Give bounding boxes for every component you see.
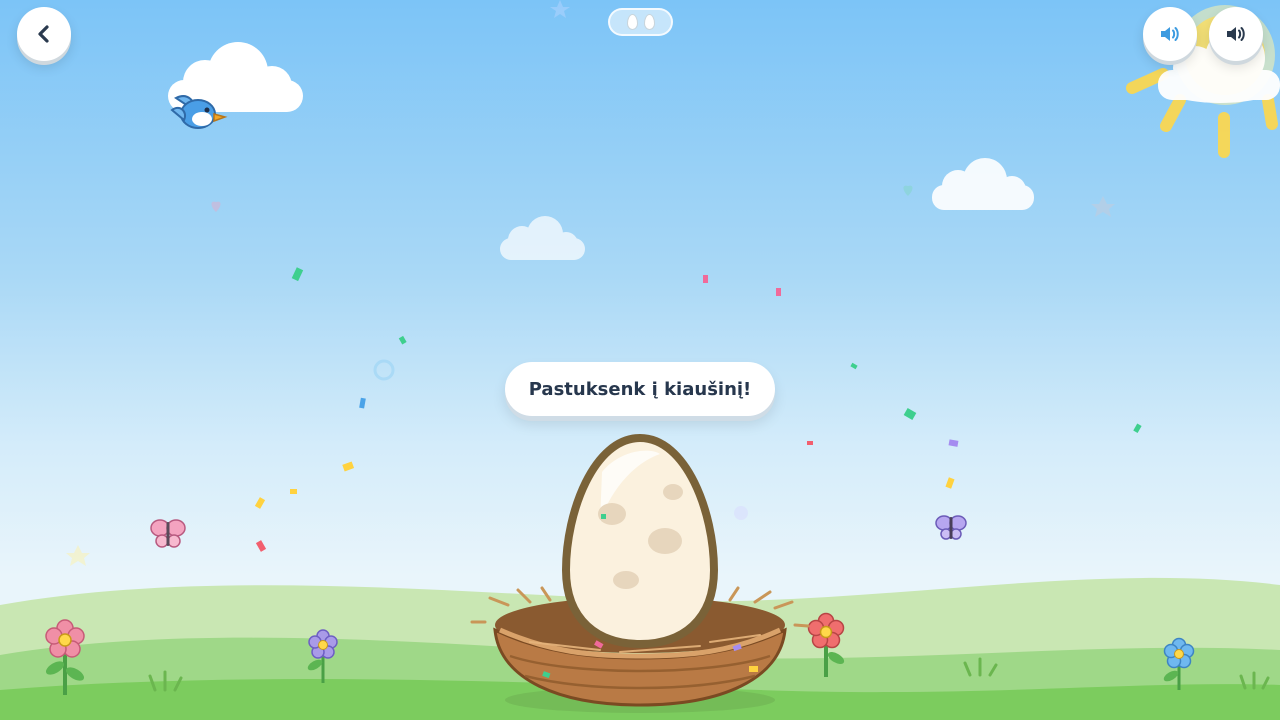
butterfly-pink — [150, 519, 186, 548]
progress-egg-icon — [643, 14, 655, 30]
speaker-icon — [1161, 27, 1179, 41]
chevron-left-icon — [38, 25, 49, 43]
game-scene: Pastuksenk į kiaušinį! — [0, 0, 1280, 720]
instruction-bubble: Pastuksenk į kiaušinį! — [505, 362, 775, 416]
egg-tap-target[interactable] — [566, 438, 714, 648]
back-button[interactable] — [17, 7, 71, 61]
clouds — [168, 28, 1280, 260]
speaker-icon — [1227, 27, 1245, 41]
butterfly-purple — [935, 515, 967, 540]
voice-button[interactable] — [1209, 7, 1263, 61]
instruction-text: Pastuksenk į kiaušinį! — [528, 378, 752, 400]
progress-egg-icon — [626, 14, 638, 30]
progress-indicator — [608, 8, 673, 36]
sound-effects-button[interactable] — [1143, 7, 1197, 61]
